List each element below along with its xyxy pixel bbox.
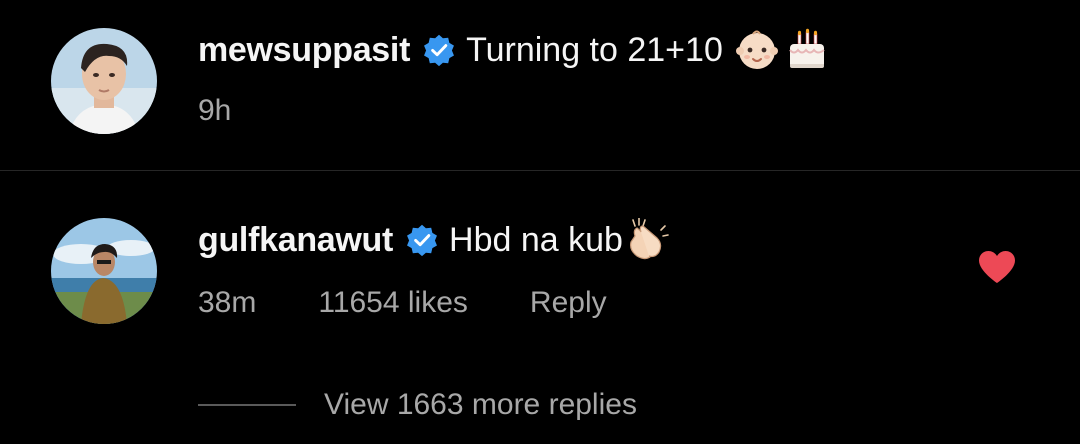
username[interactable]: gulfkanawut [198, 221, 393, 260]
verified-badge-icon [405, 223, 439, 257]
likes-count[interactable]: 11654 likes [318, 286, 468, 320]
caption-line: mewsuppasit Turning to 21+10 [198, 28, 829, 72]
avatar-image [51, 28, 157, 134]
avatar[interactable] [51, 218, 157, 324]
comment-line: gulfkanawut Hbd na kub [198, 218, 669, 262]
replies-line [198, 404, 296, 406]
timestamp: 38m [198, 286, 257, 319]
cake-emoji-icon [785, 28, 829, 72]
reply-button[interactable]: Reply [530, 286, 607, 320]
comment-text: Hbd na kub [449, 220, 623, 259]
divider [0, 170, 1080, 171]
heart-icon[interactable] [978, 250, 1016, 284]
timestamp: 9h [198, 94, 232, 127]
post-caption: mewsuppasit Turning to 21+10 9h [0, 0, 1080, 170]
caption-text: Turning to 21+10 [466, 30, 723, 69]
clapping-hands-emoji-icon [625, 218, 669, 262]
view-replies-button[interactable]: View 1663 more replies [198, 388, 637, 422]
baby-emoji-icon [735, 28, 779, 72]
verified-badge-icon [422, 33, 456, 67]
comment-meta: 38m 11654 likes Reply [198, 286, 607, 320]
avatar-image [51, 218, 157, 324]
avatar[interactable] [51, 28, 157, 134]
caption-meta: 9h [198, 94, 231, 128]
view-replies-label[interactable]: View 1663 more replies [324, 388, 637, 422]
username[interactable]: mewsuppasit [198, 31, 410, 70]
